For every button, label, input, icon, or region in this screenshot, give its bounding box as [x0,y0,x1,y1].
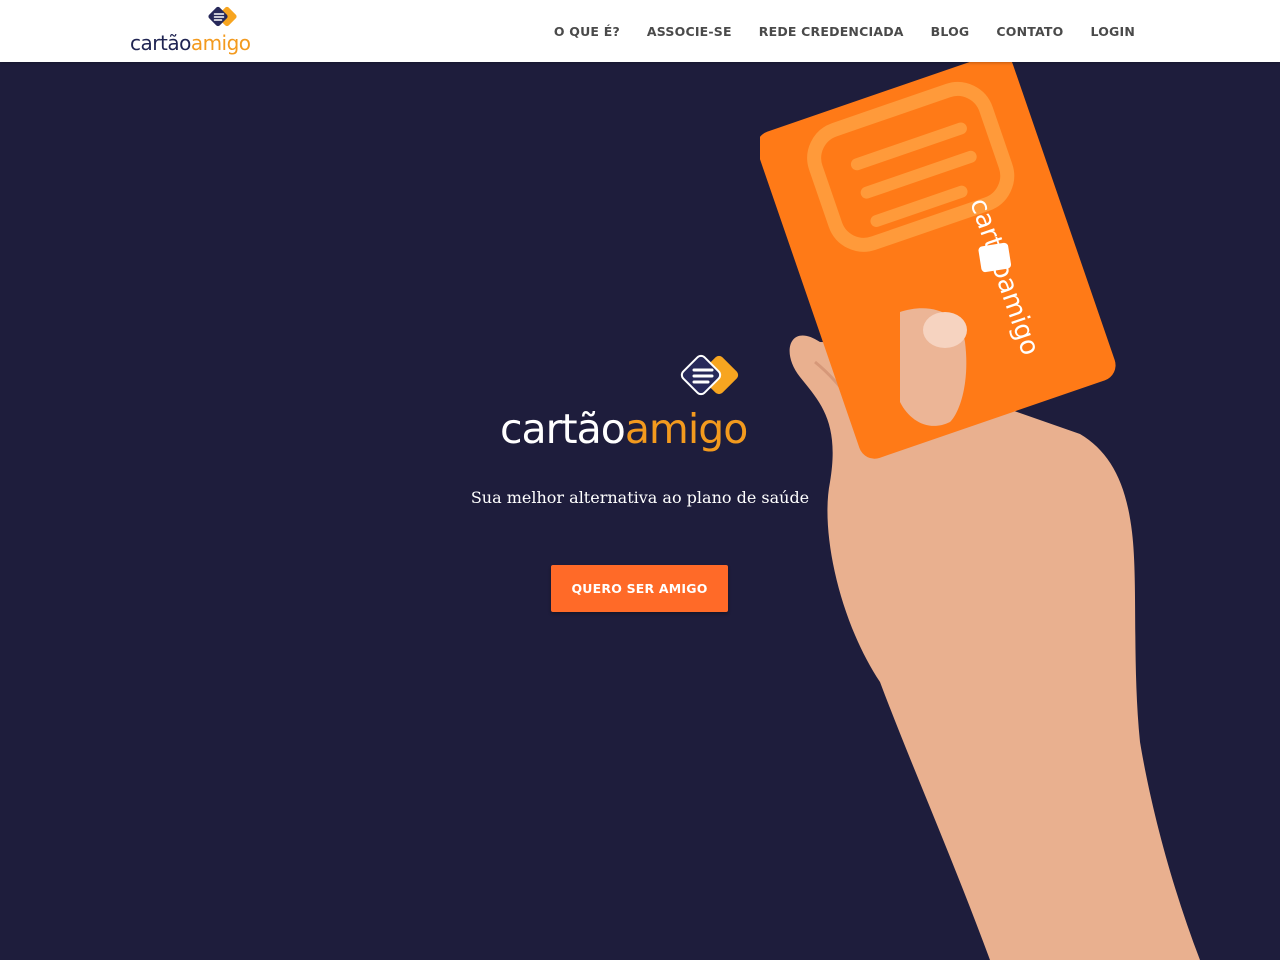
site-header: cartãoamigo O QUE É? ASSOCIE-SE REDE CRE… [0,0,1280,62]
site-logo[interactable]: cartãoamigo [130,6,260,56]
handshake-logo-icon [208,6,237,27]
hero-logo: cartãoamigo [500,354,790,474]
nav-login[interactable]: LOGIN [1090,24,1135,39]
main-nav: O QUE É? ASSOCIE-SE REDE CREDENCIADA BLO… [527,0,1135,62]
quero-ser-amigo-button[interactable]: QUERO SER AMIGO [551,565,728,612]
hero-logo-wordmark: cartãoamigo [500,405,748,453]
nav-o-que-e[interactable]: O QUE É? [554,24,620,39]
hero-section: cartãoamigo cartãoamigo Sua melhor alter… [0,62,1280,960]
hand-holding-card-image: cartãoamigo [760,62,1200,960]
nav-rede-credenciada[interactable]: REDE CREDENCIADA [759,24,904,39]
logo-wordmark: cartãoamigo [130,31,251,55]
handshake-logo-icon [680,354,739,396]
nav-contato[interactable]: CONTATO [996,24,1063,39]
hero-tagline: Sua melhor alternativa ao plano de saúde [470,488,810,507]
nav-blog[interactable]: BLOG [931,24,970,39]
nav-associe-se[interactable]: ASSOCIE-SE [647,24,732,39]
